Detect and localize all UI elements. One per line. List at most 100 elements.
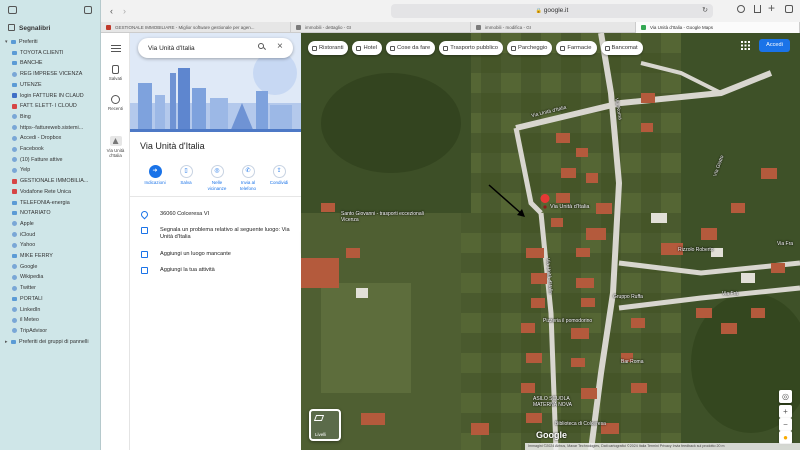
address-bar[interactable]: 🔒 google.it ↻ xyxy=(391,4,713,18)
restaurant-icon xyxy=(312,45,317,51)
sidebar-title: Segnalibri xyxy=(19,25,51,32)
close-icon[interactable]: × xyxy=(277,41,283,53)
bookmark-book-icon xyxy=(8,24,15,31)
browser-tab[interactable]: immobili - dettaglio - GI xyxy=(291,22,471,33)
bookmark-item[interactable]: https--fattureweb.sistemi... xyxy=(0,123,101,133)
signin-button[interactable]: Accedi xyxy=(759,39,790,52)
bookmark-icon: ▯ xyxy=(179,165,193,178)
chip-restaurant[interactable]: Ristoranti xyxy=(308,41,349,55)
bookmark-label: PORTALI xyxy=(20,295,43,302)
chip-transit[interactable]: Trasporto pubblico xyxy=(439,41,504,55)
bookmark-item[interactable]: ▾ Preferiti xyxy=(0,37,101,47)
chip-hotel[interactable]: Hotel xyxy=(352,41,383,55)
bookmark-icon xyxy=(12,178,17,184)
bookmark-item[interactable]: Wikipedia xyxy=(0,272,101,282)
nearby-icon: ◎ xyxy=(210,165,224,178)
zoom-in-button[interactable]: + xyxy=(779,405,792,418)
bookmark-label: GESTIONALE IMMOBILIA... xyxy=(20,178,89,185)
satellite-map[interactable]: Via Roma Via Unità d'Italia Via Giotto V… xyxy=(301,33,800,450)
map-imagery xyxy=(301,33,800,450)
rail-saved[interactable]: Salvati xyxy=(101,65,130,81)
my-location-button[interactable]: ◎ xyxy=(779,390,792,403)
action-nearby[interactable]: ◎ Nelle vicinanze xyxy=(202,165,232,191)
rail-recent[interactable]: Recenti xyxy=(101,95,130,111)
bookmark-item[interactable]: MIKE FERRY xyxy=(0,251,101,261)
forward-icon[interactable]: › xyxy=(123,6,126,16)
bookmark-item[interactable]: Accedi - Dropbox xyxy=(0,133,101,143)
tab-overview-icon[interactable] xyxy=(785,5,793,13)
bookmark-item[interactable]: GESTIONALE IMMOBILIA... xyxy=(0,176,101,186)
browser-tab[interactable]: Via Unità d'Italia - Google Maps xyxy=(636,22,800,33)
place-thumbnail xyxy=(109,136,122,146)
chip-parking[interactable]: Parcheggio xyxy=(507,41,553,55)
folder-icon xyxy=(11,40,16,44)
maps-side-rail: Salvati Recenti Via Unità d'Italia xyxy=(101,33,130,450)
search-icon[interactable] xyxy=(258,43,267,51)
bookmark-item[interactable]: PORTALI xyxy=(0,294,101,304)
bookmark-item[interactable]: il Meteo xyxy=(0,315,101,325)
reload-icon[interactable]: ↻ xyxy=(702,4,708,18)
back-icon[interactable]: ‹ xyxy=(110,6,113,16)
download-icon[interactable] xyxy=(737,5,745,13)
tab-overview-icon[interactable] xyxy=(84,6,92,14)
bookmark-item[interactable]: TELEFONIA-energia xyxy=(0,198,101,208)
action-label: Indicazioni xyxy=(144,180,166,185)
bookmark-item[interactable]: Twitter xyxy=(0,283,101,293)
bookmark-item[interactable]: REG IMPRESE VICENZA xyxy=(0,69,101,79)
bookmark-item[interactable]: Facebook xyxy=(0,144,101,154)
bookmark-item[interactable]: BANCHE xyxy=(0,58,101,68)
browser-tab[interactable]: GESTIONALE IMMOBILIARE - Miglior softwar… xyxy=(101,22,291,33)
bookmark-label: Preferiti dei gruppi di pannelli xyxy=(19,338,89,345)
new-tab-icon[interactable]: + xyxy=(768,1,775,15)
search-box[interactable]: × xyxy=(138,38,293,58)
bookmark-item[interactable]: login FATTURE IN CLAUD xyxy=(0,91,101,101)
bookmark-label: Bing xyxy=(20,113,31,120)
bookmark-item[interactable]: Apple xyxy=(0,219,101,229)
place-title: Via Unità d'Italia xyxy=(140,141,205,151)
chip-label: Trasporto pubblico xyxy=(450,45,499,51)
chip-more[interactable]: Bancomat xyxy=(600,41,643,55)
bookmark-item[interactable]: TOYOTA CLIENTI xyxy=(0,48,101,58)
action-phone[interactable]: ✆ Invia al telefono xyxy=(233,165,263,191)
action-share[interactable]: ⇪ Condividi xyxy=(264,165,294,186)
search-input[interactable] xyxy=(148,42,248,54)
bookmark-item[interactable]: (10) Fatture attive xyxy=(0,155,101,165)
bookmark-item[interactable]: TripAdvisor xyxy=(0,326,101,336)
bookmark-item[interactable]: ▸ Preferiti dei gruppi di pannelli xyxy=(0,337,101,347)
action-label: Invia al telefono xyxy=(239,180,256,191)
favicon-icon xyxy=(106,25,111,30)
layers-button[interactable]: Livelli xyxy=(309,409,341,441)
place-hero-image[interactable]: × xyxy=(130,33,301,132)
map-label-biblioteca: Biblioteca di Colceresa xyxy=(555,421,606,427)
bookmark-icon xyxy=(12,135,17,141)
bookmark-item[interactable]: Google xyxy=(0,262,101,272)
info-text: Aggiungi la tua attività xyxy=(160,267,215,273)
bookmark-icon xyxy=(12,328,17,334)
zoom-out-button[interactable]: − xyxy=(779,418,792,431)
bookmark-icon xyxy=(12,317,17,323)
bookmark-item[interactable]: NOTARIATO xyxy=(0,208,101,218)
favicon-icon xyxy=(476,25,481,30)
bookmark-item[interactable]: FATT. ELETT- I CLOUD xyxy=(0,101,101,111)
bookmark-item[interactable]: iCloud xyxy=(0,230,101,240)
action-bookmark[interactable]: ▯ Salva xyxy=(171,165,201,186)
action-directions[interactable]: ➜ Indicazioni xyxy=(140,165,170,186)
folder-icon xyxy=(12,254,17,258)
chip-pharmacy[interactable]: Farmacie xyxy=(556,41,597,55)
chip-camera[interactable]: Cose da fare xyxy=(386,41,436,55)
bookmark-item[interactable]: Vodafone Rete Unica xyxy=(0,187,101,197)
apps-grid-icon[interactable] xyxy=(741,41,750,50)
bookmark-item[interactable]: Bing xyxy=(0,112,101,122)
bookmark-item[interactable]: Yelp xyxy=(0,165,101,175)
bookmark-item[interactable]: LinkedIn xyxy=(0,305,101,315)
rail-place[interactable]: Via Unità d'Italia xyxy=(101,136,130,158)
browser-tab[interactable]: immobili - modifica - GI xyxy=(471,22,636,33)
bookmark-icon xyxy=(12,307,17,312)
share-icon[interactable] xyxy=(754,5,761,13)
menu-icon[interactable] xyxy=(111,45,121,52)
my-location-icon: ◎ xyxy=(782,392,789,401)
sidebar-toggle-icon[interactable] xyxy=(8,6,17,14)
tab-label: GESTIONALE IMMOBILIARE - Miglior softwar… xyxy=(115,25,255,30)
bookmark-item[interactable]: UTENZE xyxy=(0,80,101,90)
bookmark-item[interactable]: Yahoo xyxy=(0,240,101,250)
